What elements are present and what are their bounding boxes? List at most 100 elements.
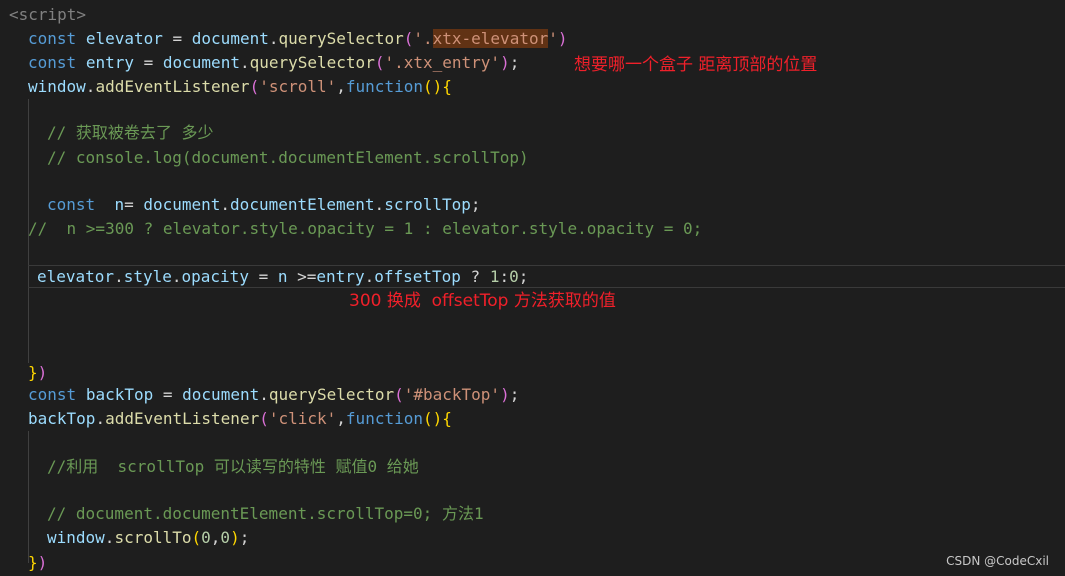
code-token: . <box>85 77 96 96</box>
code-token: const <box>47 195 96 214</box>
code-token: ) <box>500 385 510 404</box>
code-token: = <box>248 267 278 286</box>
code-token: ; <box>239 528 250 547</box>
code-token: . <box>364 267 375 286</box>
code-token: backTop <box>85 385 154 404</box>
code-token: const <box>28 53 77 72</box>
code-token: = <box>153 385 183 404</box>
code-token: >= <box>287 267 317 286</box>
code-token: . <box>374 195 385 214</box>
watermark: CSDN @CodeCxil <box>946 554 1049 568</box>
code-token: addEventListener <box>95 77 250 96</box>
code-line[interactable]: }) <box>28 551 47 575</box>
code-token: () <box>422 409 443 428</box>
code-token: ( <box>403 29 414 48</box>
code-token: ) <box>230 528 240 547</box>
code-token: ) <box>557 29 568 48</box>
code-token: querySelector <box>249 53 375 72</box>
code-token: , <box>210 528 221 547</box>
code-token: document <box>191 29 269 48</box>
code-token: = <box>124 195 144 214</box>
code-token: ; <box>470 195 481 214</box>
code-token: elevator <box>37 267 115 286</box>
code-line[interactable]: // document.documentElement.scrollTop=0;… <box>47 502 484 526</box>
code-line[interactable]: }) <box>28 361 47 385</box>
code-token: querySelector <box>268 385 395 404</box>
code-token: ? <box>460 267 490 286</box>
code-token: . <box>104 528 115 547</box>
code-token: ) <box>500 53 510 72</box>
code-token: } <box>28 363 38 382</box>
code-token: ( <box>394 385 404 404</box>
code-line[interactable]: window.scrollTo(0,0); <box>47 526 249 550</box>
code-token: ' <box>548 29 558 48</box>
code-token: // document.documentElement.scrollTop=0;… <box>47 504 484 523</box>
code-token: // 获取被卷去了 多少 <box>47 123 214 142</box>
code-line[interactable]: const backTop = document.querySelector('… <box>28 383 519 407</box>
code-token: , <box>336 409 346 428</box>
code-token: <script> <box>9 5 87 24</box>
code-line[interactable]: // console.log(document.documentElement.… <box>47 146 529 170</box>
code-token: '#backTop' <box>403 385 501 404</box>
code-token: . <box>95 409 106 428</box>
code-token: 0 <box>201 528 211 547</box>
code-token: document <box>162 53 240 72</box>
code-token: '. <box>413 29 433 48</box>
code-token: ( <box>259 409 269 428</box>
code-token: // console.log(document.documentElement.… <box>47 148 529 167</box>
code-token: entry <box>85 53 134 72</box>
annotation-offset-note: 想要哪一个盒子 距离顶部的位置 <box>574 55 818 75</box>
code-token: addEventListener <box>105 409 260 428</box>
code-token: { <box>442 409 452 428</box>
code-line[interactable]: // 获取被卷去了 多少 <box>47 121 214 145</box>
code-token: ; <box>509 385 520 404</box>
code-line[interactable]: const entry = document.querySelector('.x… <box>28 51 519 75</box>
code-token: function <box>345 409 423 428</box>
code-token: ( <box>249 77 260 96</box>
code-token: document <box>143 195 221 214</box>
code-token: { <box>442 77 452 96</box>
code-token: document <box>182 385 260 404</box>
code-line[interactable]: backTop.addEventListener('click',functio… <box>28 407 452 431</box>
code-token: xtx-elevator <box>432 29 549 48</box>
code-token: //利用 scrollTop 可以读写的特性 赋值0 给她 <box>47 457 419 476</box>
code-token: 0 <box>509 267 519 286</box>
code-token: scrollTop <box>384 195 471 214</box>
code-token: const <box>28 385 77 404</box>
code-token: ) <box>37 363 48 382</box>
code-token: scrollTo <box>114 528 192 547</box>
code-token: = <box>162 29 192 48</box>
code-token: offsetTop <box>374 267 461 286</box>
code-token: n <box>277 267 288 286</box>
code-token: ; <box>509 53 520 72</box>
code-token: ( <box>191 528 202 547</box>
code-editor[interactable]: <script> const elevator = document.query… <box>0 0 1065 576</box>
code-line[interactable]: // n >=300 ? elevator.style.opacity = 1 … <box>28 217 702 241</box>
code-token: window <box>47 528 105 547</box>
code-line[interactable]: //利用 scrollTop 可以读写的特性 赋值0 给她 <box>47 455 419 479</box>
code-token: } <box>28 553 38 572</box>
code-line[interactable]: const elevator = document.querySelector(… <box>28 27 568 51</box>
code-line[interactable]: <script> <box>9 3 86 27</box>
code-token: window <box>28 77 86 96</box>
code-token: . <box>171 267 182 286</box>
code-token: opacity <box>181 267 249 286</box>
code-token: querySelector <box>278 29 404 48</box>
code-token: . <box>220 195 231 214</box>
indent-guide <box>28 431 29 563</box>
code-line[interactable]: window.addEventListener('scroll',functio… <box>28 75 452 99</box>
code-token: // n >=300 ? elevator.style.opacity = 1 … <box>28 219 703 238</box>
code-token: documentElement <box>230 195 375 214</box>
code-token: 'scroll' <box>259 77 337 96</box>
code-token: n <box>114 195 125 214</box>
annotation-replace-note: 300 换成 offsetTop 方法获取的值 <box>349 291 616 311</box>
code-token: style <box>123 267 172 286</box>
code-token: = <box>133 53 163 72</box>
code-token: 0 <box>220 528 231 547</box>
code-token: const <box>28 29 77 48</box>
code-line[interactable]: elevator.style.opacity = n >=entry.offse… <box>37 265 528 289</box>
code-line[interactable]: const n= document.documentElement.scroll… <box>47 193 481 217</box>
